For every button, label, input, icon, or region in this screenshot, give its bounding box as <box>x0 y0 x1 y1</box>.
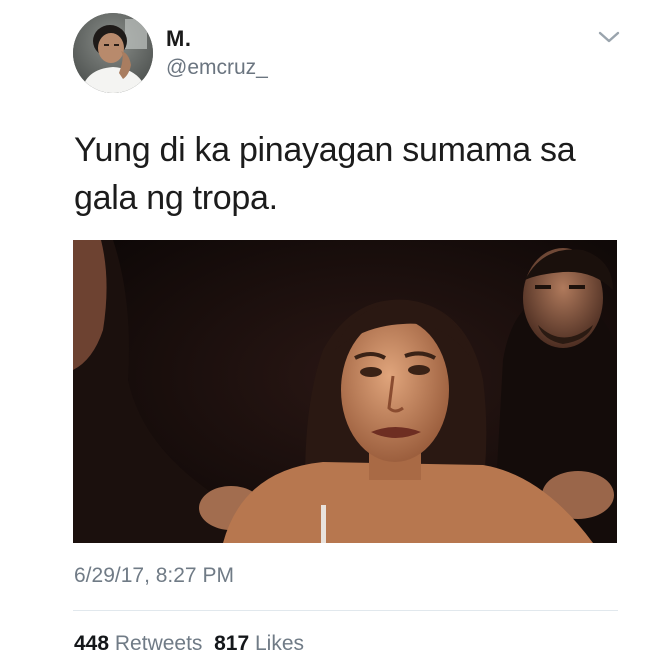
chevron-down-icon[interactable] <box>596 27 622 47</box>
retweets-label: Retweets <box>114 632 203 655</box>
likes-count: 817 <box>214 632 250 655</box>
retweets-count: 448 <box>74 632 110 655</box>
divider <box>73 610 618 611</box>
likes-label: Likes <box>255 632 305 655</box>
avatar[interactable] <box>73 13 153 93</box>
tweet-timestamp[interactable]: 6/29/17, 8:27 PM <box>74 564 234 588</box>
user-handle[interactable]: @emcruz_ <box>166 56 268 80</box>
tweet-text: Yung di ka pinayagan sumama sa gala ng t… <box>74 131 576 217</box>
tweet-card: M. @emcruz_ Yung di ka pinayagan sumama … <box>0 0 660 660</box>
likes-stat[interactable]: 817 Likes <box>214 632 304 655</box>
display-name[interactable]: M. <box>166 26 191 52</box>
avatar-photo <box>73 13 153 93</box>
retweets-stat[interactable]: 448 Retweets <box>74 632 202 655</box>
tweet-media-image[interactable] <box>73 240 617 543</box>
media-photo <box>73 240 617 543</box>
tweet-stats: 448 Retweets 817 Likes <box>74 632 304 656</box>
